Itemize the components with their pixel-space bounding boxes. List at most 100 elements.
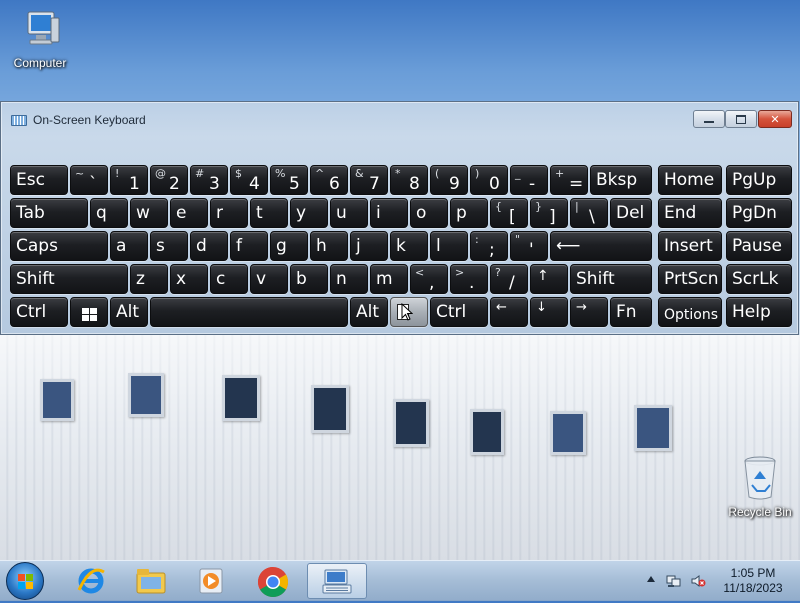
key-shift-left[interactable]: Shift xyxy=(10,264,128,294)
key-1[interactable]: ! 1 xyxy=(110,165,148,195)
key-e[interactable]: e xyxy=(170,198,208,228)
key-close-bracket[interactable]: }] xyxy=(530,198,568,228)
key-quote[interactable]: " ' xyxy=(510,231,548,261)
key-pause[interactable]: Pause xyxy=(726,231,792,261)
key-v[interactable]: v xyxy=(250,264,288,294)
key-period[interactable]: >. xyxy=(450,264,488,294)
key-caps[interactable]: Caps xyxy=(10,231,108,261)
start-button[interactable] xyxy=(6,562,44,600)
key-scrlk[interactable]: ScrLk xyxy=(726,264,792,294)
key-prtscn[interactable]: PrtScn xyxy=(658,264,722,294)
key-up-arrow[interactable]: ↑ xyxy=(530,264,568,294)
key-tab[interactable]: Tab xyxy=(10,198,88,228)
desktop-icon-computer[interactable]: Computer xyxy=(5,8,75,70)
key-r[interactable]: r xyxy=(210,198,248,228)
key-base-label: \ xyxy=(589,207,595,227)
key-right-arrow[interactable]: → xyxy=(570,297,608,327)
key-7[interactable]: & 7 xyxy=(350,165,388,195)
key-q[interactable]: q xyxy=(90,198,128,228)
taskbar-app-chrome[interactable] xyxy=(246,563,300,599)
key-label: l xyxy=(436,236,441,256)
key-4[interactable]: $4 xyxy=(230,165,268,195)
key-space[interactable] xyxy=(150,297,348,327)
key-h[interactable]: h xyxy=(310,231,348,261)
key-home[interactable]: Home xyxy=(658,165,722,195)
close-button[interactable]: ✕ xyxy=(758,110,792,128)
taskbar-app-windows-explorer[interactable] xyxy=(124,563,178,599)
key-label: b xyxy=(296,269,307,289)
key-9[interactable]: (9 xyxy=(430,165,468,195)
key-o[interactable]: o xyxy=(410,198,448,228)
key-equals[interactable]: + = xyxy=(550,165,588,195)
key-b[interactable]: b xyxy=(290,264,328,294)
key-p[interactable]: p xyxy=(450,198,488,228)
key-ctrl-right[interactable]: Ctrl xyxy=(430,297,488,327)
key-m[interactable]: m xyxy=(370,264,408,294)
key-5[interactable]: % 5 xyxy=(270,165,308,195)
taskbar-app-media-player[interactable] xyxy=(184,563,238,599)
key-6[interactable]: ^ 6 xyxy=(310,165,348,195)
key-alt-left[interactable]: Alt xyxy=(110,297,148,327)
key-3[interactable]: #3 xyxy=(190,165,228,195)
key-g[interactable]: g xyxy=(270,231,308,261)
options-button[interactable]: Options xyxy=(658,297,722,327)
network-tray-button[interactable] xyxy=(664,561,684,601)
chrome-icon xyxy=(257,566,289,603)
key-0[interactable]: ) 0 xyxy=(470,165,508,195)
key-8[interactable]: * 8 xyxy=(390,165,428,195)
key-alt-right[interactable]: Alt xyxy=(350,297,388,327)
key-f[interactable]: f xyxy=(230,231,268,261)
taskbar-app-internet-explorer[interactable] xyxy=(64,563,118,599)
key-x[interactable]: x xyxy=(170,264,208,294)
key-u[interactable]: u xyxy=(330,198,368,228)
key-left-arrow[interactable]: ← xyxy=(490,297,528,327)
desktop-icon-recycle-bin[interactable]: Recycle Bin xyxy=(725,455,795,519)
help-button[interactable]: Help xyxy=(726,297,792,327)
key-fn[interactable]: Fn xyxy=(610,297,652,327)
key-slash[interactable]: ? / xyxy=(490,264,528,294)
key-j[interactable]: j xyxy=(350,231,388,261)
key-insert[interactable]: Insert xyxy=(658,231,722,261)
key-i[interactable]: i xyxy=(370,198,408,228)
window-title-bar[interactable]: On-Screen Keyboard xyxy=(11,112,146,128)
key-shift-label: $ xyxy=(235,167,242,180)
key-c[interactable]: c xyxy=(210,264,248,294)
key-k[interactable]: k xyxy=(390,231,428,261)
key-context-menu[interactable] xyxy=(390,297,428,327)
key-del[interactable]: Del xyxy=(610,198,652,228)
volume-tray-button[interactable] xyxy=(688,561,708,601)
key-shift-label: + xyxy=(555,167,565,180)
key-d[interactable]: d xyxy=(190,231,228,261)
key-minus[interactable]: _ - xyxy=(510,165,548,195)
key-pgup[interactable]: PgUp xyxy=(726,165,792,195)
taskbar-clock[interactable]: 1:05 PM 11/18/2023 xyxy=(712,566,794,596)
key-w[interactable]: w xyxy=(130,198,168,228)
key-comma[interactable]: <, xyxy=(410,264,448,294)
key-2[interactable]: @2 xyxy=(150,165,188,195)
key-esc[interactable]: Esc xyxy=(10,165,68,195)
key-end[interactable]: End xyxy=(658,198,722,228)
key-y[interactable]: y xyxy=(290,198,328,228)
key-z[interactable]: z xyxy=(130,264,168,294)
key-t[interactable]: t xyxy=(250,198,288,228)
key-n[interactable]: n xyxy=(330,264,368,294)
key-l[interactable]: l xyxy=(430,231,468,261)
key-a[interactable]: a xyxy=(110,231,148,261)
key-label: t xyxy=(256,203,263,223)
key-enter[interactable]: ⟵ xyxy=(550,231,652,261)
key-s[interactable]: s xyxy=(150,231,188,261)
key-backspace[interactable]: Bksp xyxy=(590,165,652,195)
maximize-button[interactable] xyxy=(725,110,757,128)
key-backslash[interactable]: | \ xyxy=(570,198,608,228)
key-shift-right[interactable]: Shift xyxy=(570,264,652,294)
key-ctrl-left[interactable]: Ctrl xyxy=(10,297,68,327)
windows-logo-icon xyxy=(18,574,34,594)
key-pgdn[interactable]: PgDn xyxy=(726,198,792,228)
taskbar-app-on-screen-keyboard[interactable] xyxy=(307,563,367,599)
key-windows[interactable] xyxy=(70,297,108,327)
key-down-arrow[interactable]: ↓ xyxy=(530,297,568,327)
minimize-button[interactable] xyxy=(693,110,725,128)
key-backtick[interactable]: ~ ` xyxy=(70,165,108,195)
key-open-bracket[interactable]: {[ xyxy=(490,198,528,228)
key-semicolon[interactable]: :; xyxy=(470,231,508,261)
